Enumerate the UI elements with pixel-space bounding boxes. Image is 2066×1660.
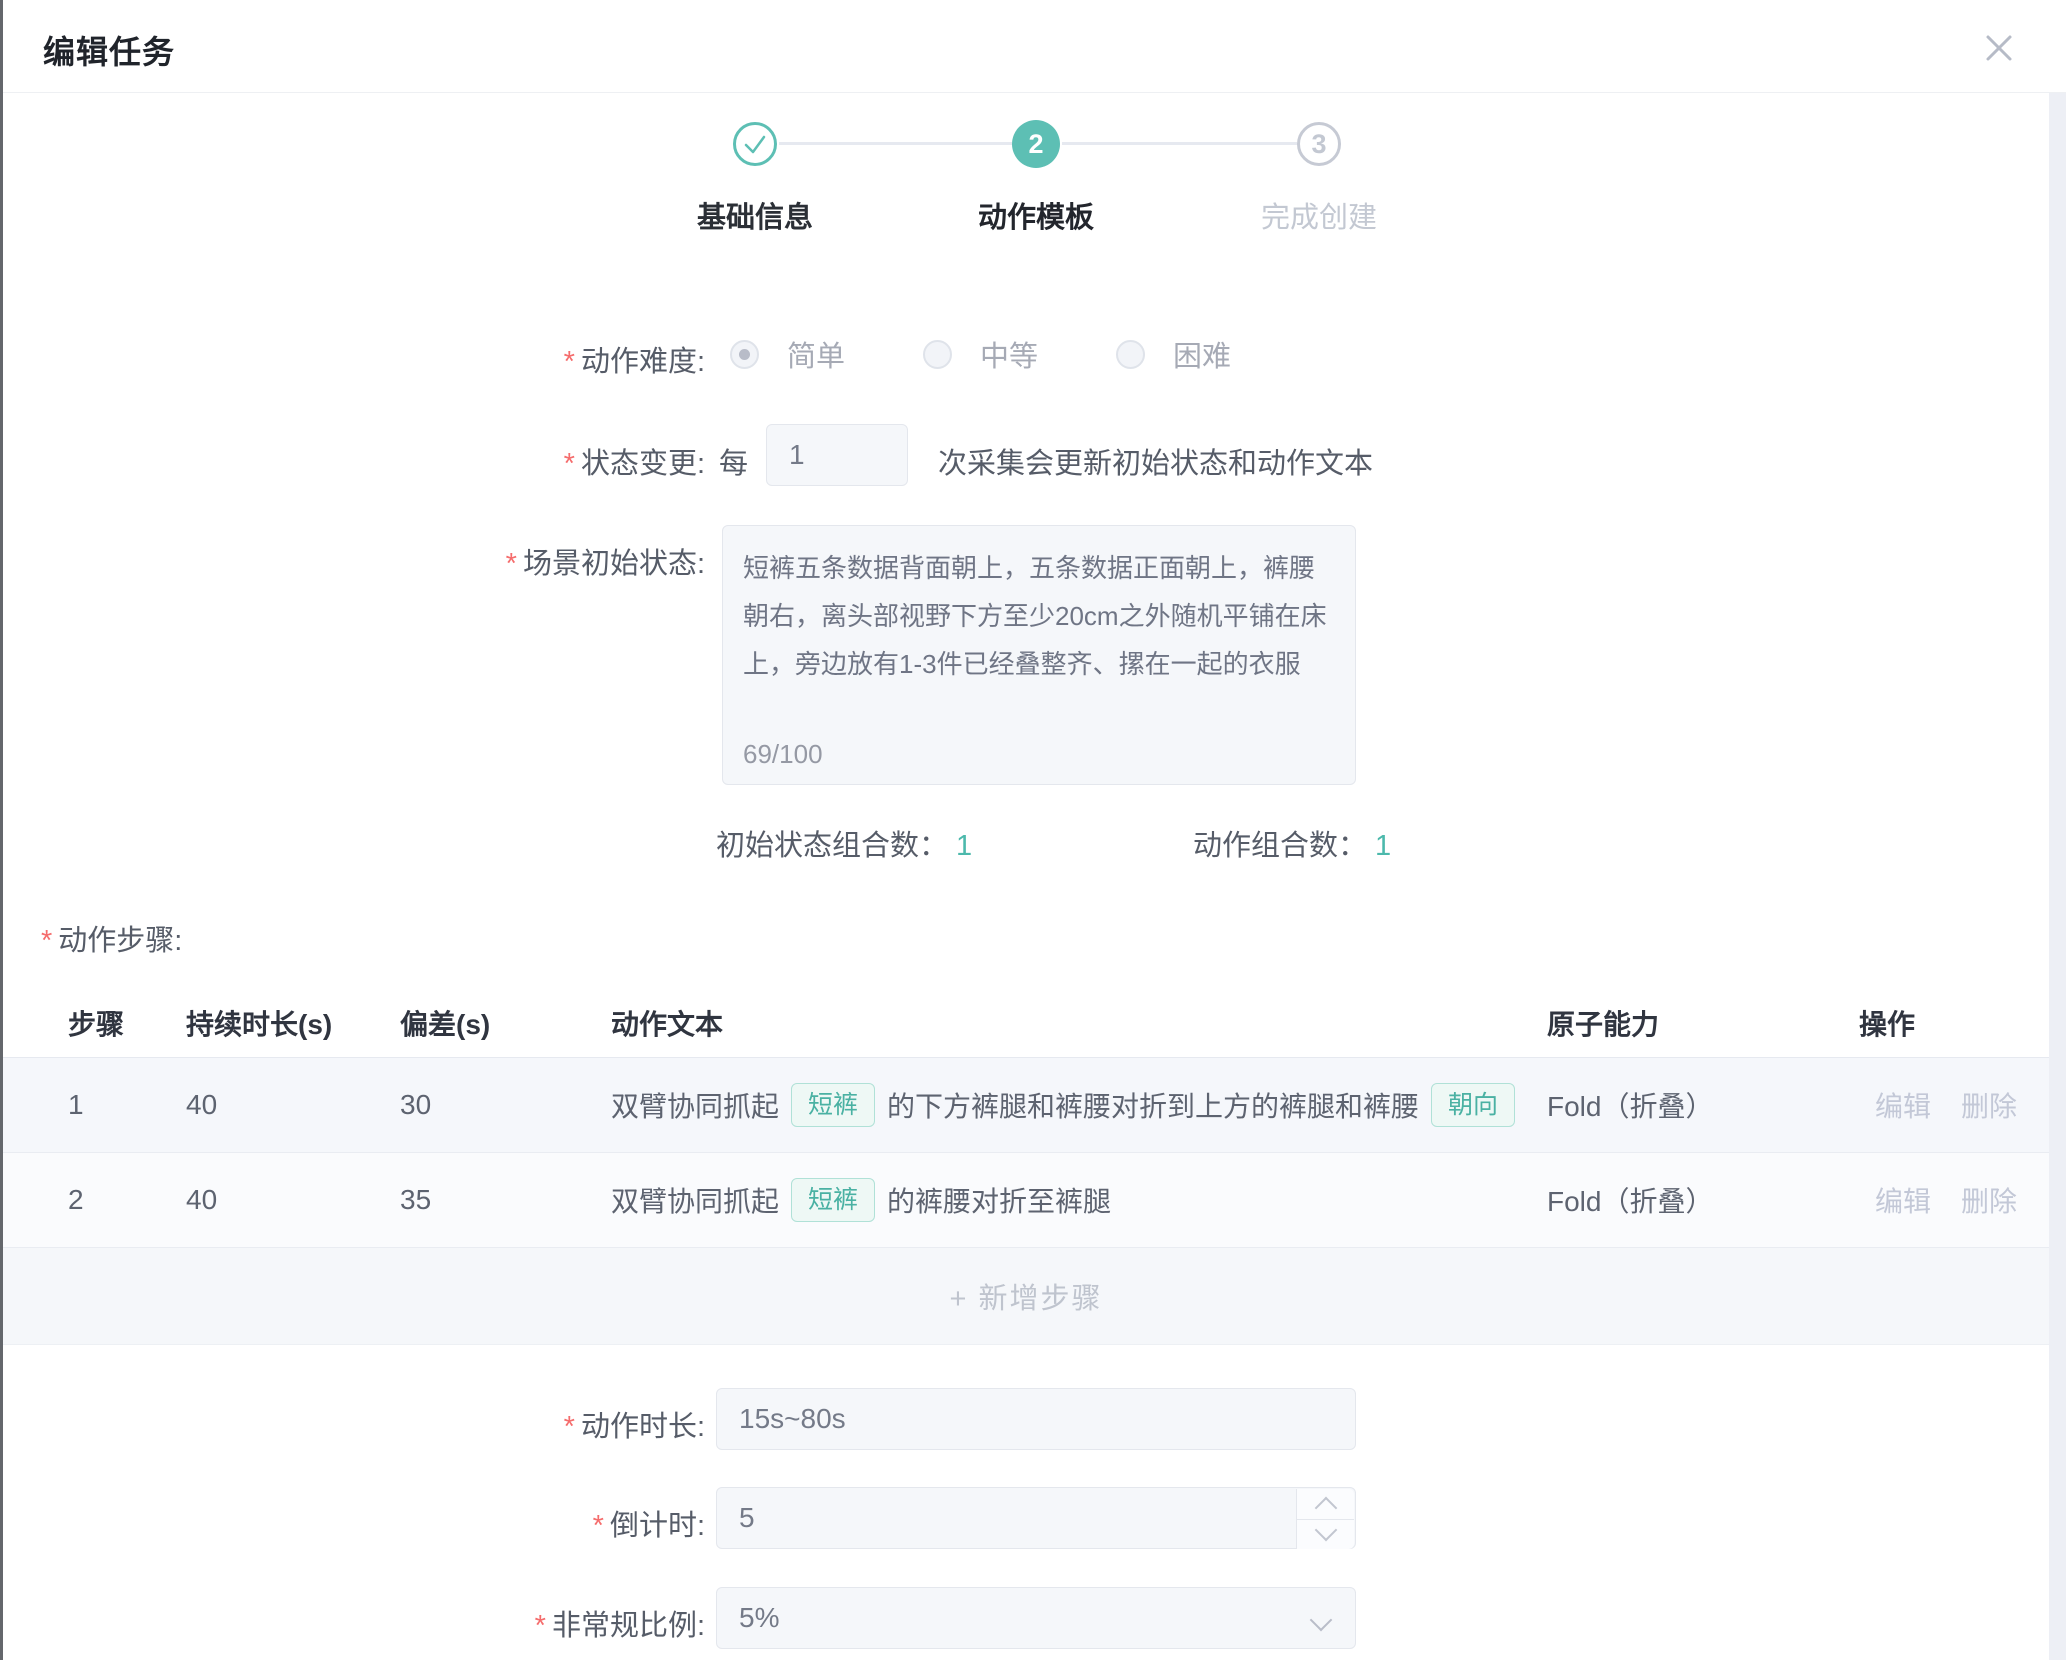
countdown-label: *倒计时: — [0, 1502, 705, 1544]
required-mark: * — [593, 1510, 604, 1542]
initial-state-textarea[interactable]: 短裤五条数据背面朝上，五条数据正面朝上，裤腰朝右，离头部视野下方至少20cm之外… — [722, 525, 1356, 785]
required-mark: * — [535, 1610, 546, 1642]
edit-link[interactable]: 编辑 — [1875, 1085, 1931, 1125]
state-change-suffix: 次采集会更新初始状态和动作文本 — [938, 440, 1373, 482]
chevron-down-icon — [1310, 1609, 1333, 1632]
close-button[interactable] — [1977, 26, 2021, 70]
header-deviation: 偏差(s) — [400, 1003, 611, 1043]
increase-button[interactable] — [1297, 1489, 1354, 1520]
radio-label: 中等 — [980, 333, 1038, 375]
table-body: 14030双臂协同抓起短裤的下方裤腿和裤腰对折到上方的裤腿和裤腰朝向Fold（折… — [3, 1058, 2049, 1248]
cell-step: 1 — [68, 1089, 186, 1121]
radio-option-hard[interactable]: 困难 — [1116, 333, 1231, 375]
decrease-button[interactable] — [1297, 1520, 1354, 1550]
cell-step: 2 — [68, 1184, 186, 1216]
initial-state-label: *场景初始状态: — [0, 540, 705, 582]
action-steps-label: *动作步骤: — [41, 917, 182, 959]
step-3-circle-pending: 3 — [1297, 122, 1341, 166]
check-icon — [736, 125, 774, 163]
action-steps-table: 步骤 持续时长(s) 偏差(s) 动作文本 原子能力 操作 14030双臂协同抓… — [3, 988, 2049, 1345]
cell-ability: Fold（折叠） — [1547, 1085, 1859, 1125]
header-action-text: 动作文本 — [611, 1003, 1547, 1043]
cell-operations: 编辑删除 — [1859, 1180, 2019, 1220]
step-3-label: 完成创建 — [1199, 194, 1439, 236]
cell-duration: 40 — [186, 1089, 400, 1121]
unusual-ratio-label: *非常规比例: — [0, 1602, 705, 1644]
radio-label: 简单 — [787, 333, 845, 375]
unusual-ratio-value: 5% — [739, 1602, 779, 1634]
initial-combo-value: 1 — [956, 830, 972, 862]
action-combo-count: 动作组合数：1 — [1193, 822, 1391, 864]
delete-link[interactable]: 删除 — [1961, 1180, 2017, 1220]
object-tag: 短裤 — [791, 1178, 875, 1222]
step-2-label[interactable]: 动作模板 — [916, 194, 1156, 236]
required-mark: * — [41, 925, 52, 957]
radio-option-medium[interactable]: 中等 — [923, 333, 1038, 375]
radio-circle — [1116, 340, 1145, 369]
chevron-down-icon — [1314, 1519, 1337, 1542]
dialog-title: 编辑任务 — [43, 27, 175, 73]
header-duration: 持续时长(s) — [186, 1003, 400, 1043]
initial-state-text: 短裤五条数据背面朝上，五条数据正面朝上，裤腰朝右，离头部视野下方至少20cm之外… — [743, 544, 1335, 688]
table-header-row: 步骤 持续时长(s) 偏差(s) 动作文本 原子能力 操作 — [3, 988, 2049, 1058]
number-stepper — [1296, 1489, 1354, 1549]
radio-option-easy[interactable]: 简单 — [730, 333, 845, 375]
radio-label: 困难 — [1173, 333, 1231, 375]
cell-action-text: 双臂协同抓起短裤的下方裤腿和裤腰对折到上方的裤腿和裤腰朝向 — [611, 1083, 1547, 1127]
dialog-header: 编辑任务 — [3, 0, 2066, 93]
action-duration-label: *动作时长: — [0, 1403, 705, 1445]
cell-deviation: 30 — [400, 1089, 611, 1121]
state-change-label: *状态变更: — [0, 440, 705, 482]
required-mark: * — [564, 346, 575, 378]
state-change-input[interactable]: 1 — [766, 424, 908, 486]
radio-circle — [923, 340, 952, 369]
difficulty-radio-group: 简单 中等 困难 — [730, 334, 1231, 374]
cell-ability: Fold（折叠） — [1547, 1180, 1859, 1220]
step-connector — [1062, 142, 1297, 145]
char-counter: 69/100 — [743, 739, 823, 770]
add-step-band: + 新增步骤 — [3, 1248, 2049, 1345]
cell-operations: 编辑删除 — [1859, 1085, 2019, 1125]
required-mark: * — [506, 548, 517, 580]
header-operations: 操作 — [1859, 1003, 2019, 1043]
edit-link[interactable]: 编辑 — [1875, 1180, 1931, 1220]
step-connector — [779, 142, 1012, 145]
cell-duration: 40 — [186, 1184, 400, 1216]
header-step: 步骤 — [68, 1003, 186, 1043]
countdown-input[interactable]: 5 — [716, 1487, 1356, 1549]
action-duration-input[interactable]: 15s~80s — [716, 1388, 1356, 1450]
state-change-prefix: 每 — [719, 440, 748, 482]
close-icon — [1977, 26, 2021, 70]
object-tag: 短裤 — [791, 1083, 875, 1127]
chevron-up-icon — [1314, 1496, 1337, 1519]
header-ability: 原子能力 — [1547, 1003, 1859, 1043]
unusual-ratio-select[interactable]: 5% — [716, 1587, 1356, 1649]
step-1-label[interactable]: 基础信息 — [635, 194, 875, 236]
step-2-circle-active: 2 — [1012, 120, 1060, 168]
add-step-button[interactable]: + 新增步骤 — [950, 1275, 1103, 1317]
step-1-circle-done — [733, 122, 777, 166]
required-mark: * — [564, 1411, 575, 1443]
action-combo-value: 1 — [1375, 830, 1391, 862]
delete-link[interactable]: 删除 — [1961, 1085, 2017, 1125]
required-mark: * — [564, 448, 575, 480]
countdown-value: 5 — [739, 1502, 755, 1534]
cell-deviation: 35 — [400, 1184, 611, 1216]
direction-tag: 朝向 — [1431, 1083, 1515, 1127]
table-row: 14030双臂协同抓起短裤的下方裤腿和裤腰对折到上方的裤腿和裤腰朝向Fold（折… — [3, 1058, 2049, 1153]
scrollbar-track[interactable] — [2049, 93, 2066, 1660]
radio-circle-checked — [730, 340, 759, 369]
initial-combo-count: 初始状态组合数：1 — [716, 822, 972, 864]
difficulty-label: *动作难度: — [0, 338, 705, 380]
cell-action-text: 双臂协同抓起短裤的裤腰对折至裤腿 — [611, 1178, 1547, 1222]
table-row: 24035双臂协同抓起短裤的裤腰对折至裤腿Fold（折叠）编辑删除 — [3, 1153, 2049, 1248]
edit-task-dialog: 编辑任务 2 3 基础信息 动作模板 完成创建 *动作难度: 简单 — [0, 0, 2066, 1660]
